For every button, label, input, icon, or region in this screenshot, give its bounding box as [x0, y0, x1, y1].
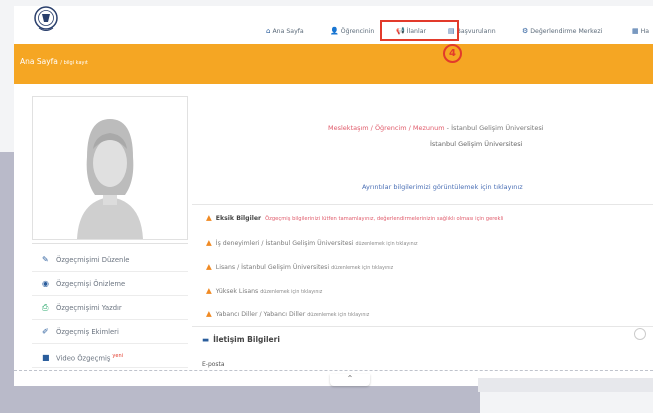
menu-edit-resume[interactable]: ✎ Özgeçmişimi Düzenle: [32, 248, 188, 272]
menu-video-resume[interactable]: ■ Video Özgeçmiş yeni: [32, 344, 188, 368]
profile-photo[interactable]: [32, 96, 188, 240]
contact-title: ▬ İletişim Bilgileri: [202, 335, 280, 344]
user-icon: 👤: [330, 27, 339, 35]
university-name: - İstanbul Gelişim Üniversitesi: [446, 124, 544, 132]
menu-resume-attachments[interactable]: ✐ Özgeçmiş Ekimleri: [32, 320, 188, 344]
edit-hint: düzenlemek için tıklayınız: [307, 313, 370, 318]
step-marker: 4: [443, 44, 462, 63]
warning-icon: ▲: [206, 262, 212, 271]
app-window: ⌂ Ana Sayfa 👤 Öğrencinin 📢 İlanlar ▤ Başvuru…: [14, 6, 653, 386]
chevron-up-icon: ⌃: [346, 374, 354, 383]
chart-icon: ▦: [632, 27, 639, 35]
top-navigation: ⌂ Ana Sayfa 👤 Öğrencinin 📢 İlanlar ▤ Başvuru…: [14, 6, 653, 44]
nav-label: Başvuruların: [456, 28, 496, 35]
warning-text: Özgeçmiş bilgilerinizi lütfen tamamlayın…: [265, 216, 504, 222]
profile-menu: ✎ Özgeçmişimi Düzenle ◉ Özgeçmişi Önizleme…: [32, 243, 188, 386]
page-header-bar: Ana Sayfa / bilgi kayıt: [14, 44, 653, 84]
edit-hint: düzenlemek için tıklayınız: [355, 242, 418, 247]
warning-row-bachelor[interactable]: ▲ Lisans / İstanbul Gelişim Üniversitesi d…: [206, 262, 393, 271]
warning-text: Yabancı Diller / Yabancı Diller: [215, 311, 306, 318]
eye-icon: ◉: [42, 279, 49, 288]
nav-item-resume[interactable]: 👤 Öğrencinin: [330, 27, 374, 35]
user-role-link[interactable]: Meslektaşım / Öğrencim / Mezunum: [328, 124, 445, 132]
menu-label: Video Özgeçmiş: [56, 354, 111, 363]
warning-icon: ▲: [206, 286, 212, 295]
university-subtitle: İstanbul Gelişim Üniversitesi: [430, 140, 523, 148]
contact-info-panel: ▬ İletişim Bilgileri E-posta: [192, 326, 653, 386]
video-icon: ■: [42, 353, 50, 363]
warning-row-experience[interactable]: ▲ İş deneyimleri / İstanbul Gelişim Ünive…: [206, 238, 417, 247]
warning-heading: Eksik Bilgiler: [215, 215, 262, 222]
university-title: Meslektaşım / Öğrencim / Mezunum - İstan…: [328, 124, 544, 132]
nav-label: Değerlendirme Merkezi: [530, 28, 603, 35]
warning-text: Yüksek Lisans: [215, 288, 259, 295]
warning-icon: ▲: [206, 238, 212, 247]
new-badge: yeni: [112, 353, 123, 359]
menu-label: Özgeçmişi Önizleme: [56, 280, 126, 288]
warning-text: Lisans / İstanbul Gelişim Üniversitesi: [215, 264, 330, 271]
nav-item-more[interactable]: ▦ Ha: [632, 27, 649, 35]
nav-label: Ana Sayfa: [272, 28, 304, 35]
missing-info-panel: ▲ Eksik Bilgiler Özgeçmiş bilgilerinizi lü…: [192, 204, 653, 327]
scroll-up-tab[interactable]: ⌃: [330, 374, 370, 386]
warning-icon: ▲: [206, 213, 212, 222]
breadcrumb: Ana Sayfa / bilgi kayıt: [20, 57, 88, 66]
avatar-placeholder-icon: [33, 97, 187, 239]
warning-row-missing[interactable]: ▲ Eksik Bilgiler Özgeçmiş bilgilerinizi lü…: [206, 213, 503, 222]
contact-title-text: İletişim Bilgileri: [213, 335, 280, 344]
fold-divider: [14, 370, 653, 372]
menu-label: Özgeçmiş Ekimleri: [56, 328, 119, 336]
menu-print-resume[interactable]: ⎙ Özgeçmişimi Yazdır: [32, 296, 188, 320]
nav-item-evaluation-center[interactable]: ⚙ Değerlendirme Merkezi: [522, 27, 602, 35]
warning-row-masters[interactable]: ▲ Yüksek Lisans düzenlemek için tıklayınız: [206, 286, 322, 295]
annotation-highlight-box: [380, 20, 459, 41]
menu-label: Özgeçmişimi Düzenle: [56, 256, 130, 264]
menu-preview-resume[interactable]: ◉ Özgeçmişi Önizleme: [32, 272, 188, 296]
university-logo-icon: [30, 6, 62, 36]
edit-icon: ✎: [42, 255, 49, 264]
gear-icon: ⚙: [522, 27, 529, 35]
edit-hint: düzenlemek için tıklayınız: [331, 266, 394, 271]
warning-row-languages[interactable]: ▲ Yabancı Diller / Yabancı Diller düzenlem…: [206, 309, 369, 318]
details-link[interactable]: Ayrıntılar bilgilerimizi görüntülemek iç…: [362, 183, 523, 191]
warning-text: İş deneyimleri / İstanbul Gelişim Üniver…: [215, 240, 354, 247]
warning-icon: ▲: [206, 309, 212, 318]
pencil-icon: ✐: [42, 327, 49, 336]
breadcrumb-sub: / bilgi kayıt: [60, 60, 88, 66]
info-circle-icon[interactable]: [634, 328, 646, 340]
page-title: Ana Sayfa: [20, 57, 58, 66]
nav-label: Öğrencinin: [340, 28, 375, 35]
nav-item-home[interactable]: ⌂ Ana Sayfa: [266, 27, 304, 35]
edit-hint: düzenlemek için tıklayınız: [260, 290, 323, 295]
background-strip: [478, 378, 653, 392]
print-icon: ⎙: [42, 303, 49, 312]
menu-label: Özgeçmişimi Yazdır: [56, 304, 122, 312]
email-label: E-posta: [202, 361, 225, 368]
home-icon: ⌂: [266, 27, 271, 35]
nav-label: Ha: [640, 28, 650, 35]
card-icon: ▬: [202, 335, 210, 344]
